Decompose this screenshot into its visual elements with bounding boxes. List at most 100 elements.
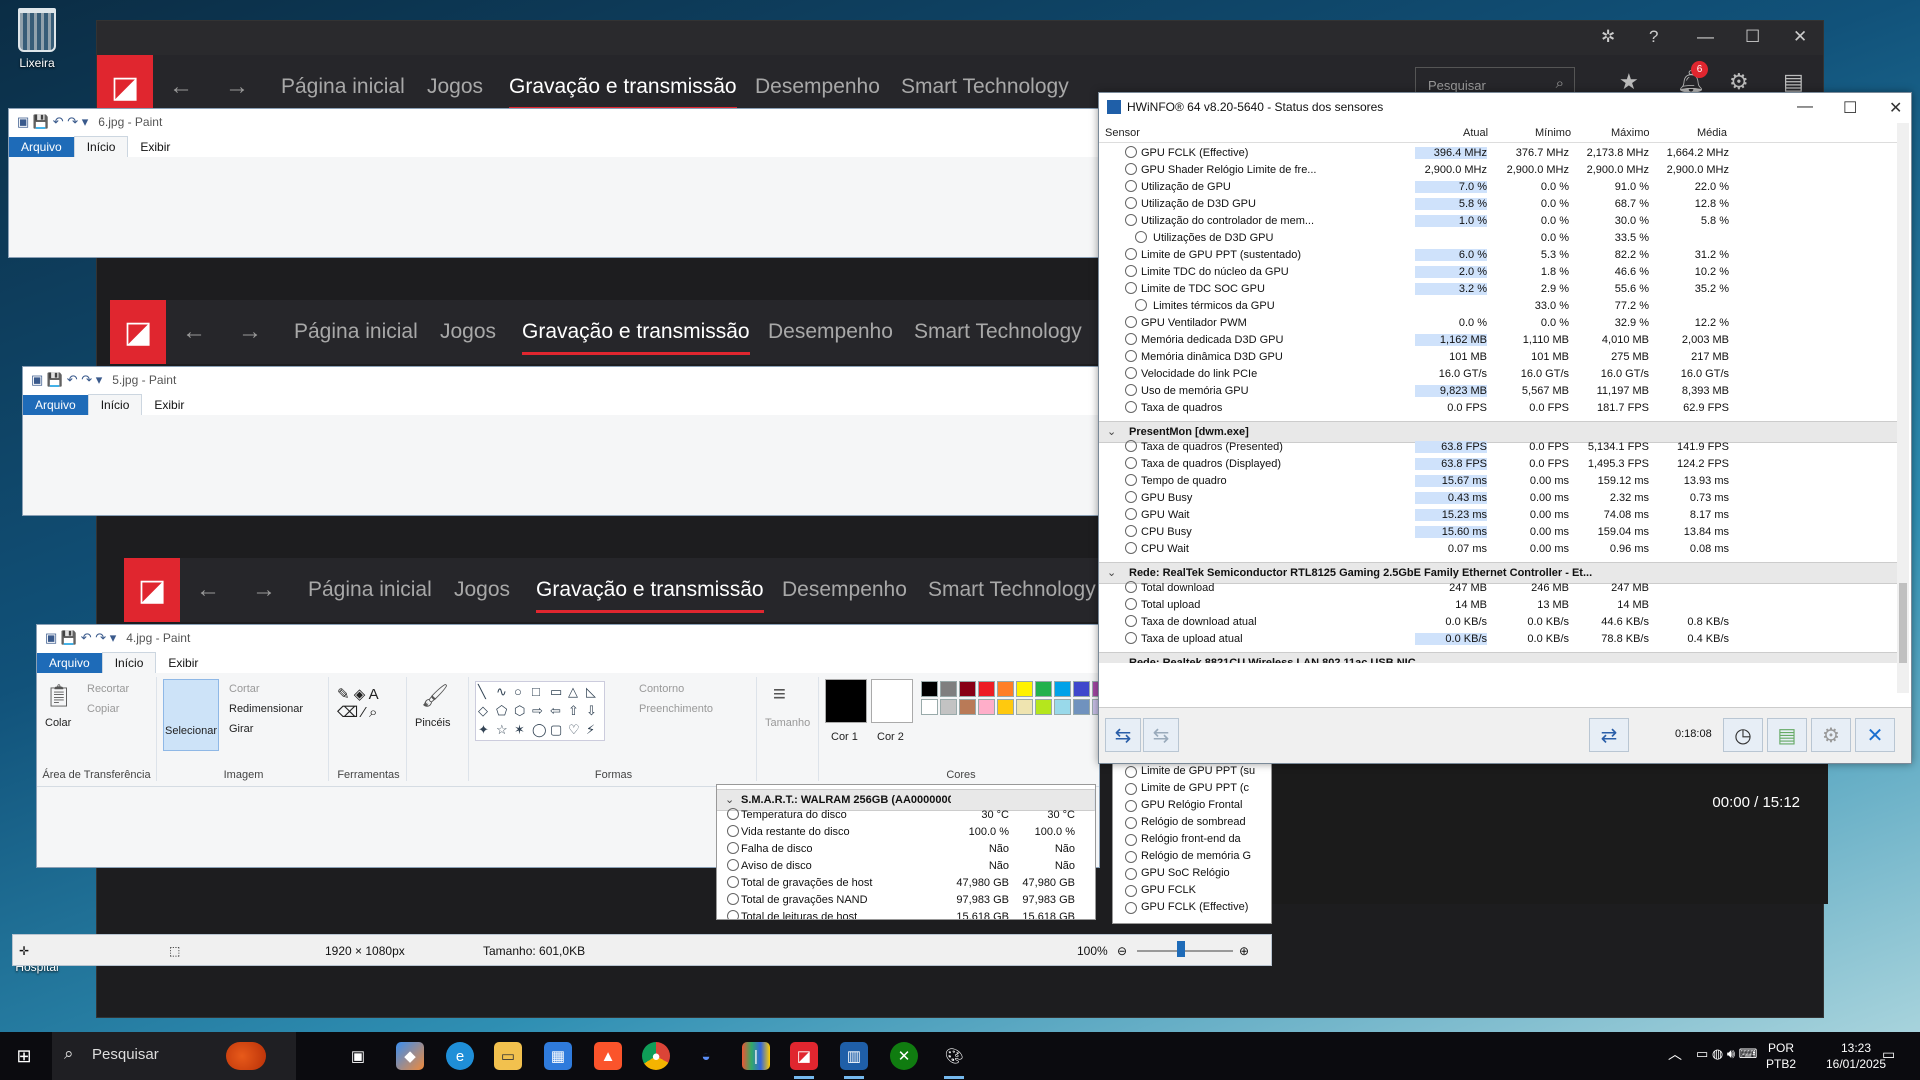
menu-view[interactable]: Exibir [142,395,196,415]
minimize-icon[interactable]: — [1797,98,1813,116]
palette-color-swatch[interactable] [978,681,995,697]
wifi-group-header[interactable]: ⌄ Rede: Realtek 8821CU Wireless LAN 802.1… [1099,652,1899,663]
chrome-icon[interactable]: ● [642,1042,670,1070]
minimize-icon[interactable]: — [1697,27,1714,47]
tab-home[interactable]: Página inicial [308,578,432,602]
menu-home[interactable]: Início [87,394,143,415]
menu-view[interactable]: Exibir [128,137,182,157]
back-arrow-icon[interactable]: ← [182,318,206,346]
quick-access-icons[interactable]: ▣ 💾 ↶ ↷ ▾ [31,372,102,388]
zoom-slider-thumb[interactable] [1177,941,1185,957]
sensor-row[interactable]: Limites térmicos da GPU 33.0 % 77.2 % [1099,298,1899,315]
palette-color-swatch[interactable] [940,681,957,697]
sensor-row[interactable]: GPU Ventilador PWM 0.0 % 0.0 % 32.9 % 12.2 % [1099,315,1899,332]
sensor-row[interactable]: GPU Shader Relógio Limite de fre... 2,900… [1099,162,1899,179]
clock-icon[interactable]: ◷ [1723,718,1763,752]
amd-taskbar-icon[interactable]: ◪ [790,1042,818,1079]
crop-button[interactable]: Cortar [229,683,260,695]
notification-center-icon[interactable]: ▭ [1882,1046,1895,1062]
tab-record-stream[interactable]: Gravação e transmissão [522,320,750,355]
menu-file[interactable]: Arquivo [37,653,102,673]
bug-report-icon[interactable]: ✲ [1601,27,1615,47]
network-icon[interactable]: ⇄ [1589,718,1629,752]
menu-home[interactable]: Início [101,652,157,673]
sensor-row[interactable]: Velocidade do link PCIe 16.0 GT/s 16.0 GT/… [1099,366,1899,383]
sensor-list-item[interactable]: GPU Relógio Frontal [1113,797,1271,814]
back-arrow-icon[interactable]: ← [169,73,193,101]
sensor-row[interactable]: Memória dedicada D3D GPU 1,162 MB 1,110 MB… [1099,332,1899,349]
col-current[interactable]: Atual [1463,127,1488,139]
palette-color-swatch[interactable] [959,681,976,697]
palette-color-swatch[interactable] [1016,699,1033,715]
windows-start-icon[interactable]: ⊞ [10,1042,38,1070]
smart-row[interactable]: Temperatura do disco 30 °C 30 °C [717,807,1095,824]
sensor-row[interactable]: Utilização de D3D GPU 5.8 % 0.0 % 68.7 % 12.… [1099,196,1899,213]
sensor-list-item[interactable]: GPU FCLK [1113,882,1271,899]
sensor-row[interactable]: CPU Busy 15.60 ms 0.00 ms 159.04 ms 13.84 ms [1099,524,1899,541]
sensor-row[interactable]: Total upload 14 MB 13 MB 14 MB [1099,597,1899,614]
sensor-row[interactable]: Utilização de GPU 7.0 % 0.0 % 91.0 % 22.0 % [1099,179,1899,196]
quick-access-icons[interactable]: ▣ 💾 ↶ ↷ ▾ [17,114,88,130]
quick-access-icons[interactable]: ▣ 💾 ↶ ↷ ▾ [45,630,116,646]
paste-icon[interactable]: 📋︎ [45,683,73,709]
forward-arrow-icon[interactable]: → [225,73,249,101]
sensor-list-item[interactable]: GPU SoC Relógio [1113,865,1271,882]
sensor-row[interactable]: GPU Busy 0.43 ms 0.00 ms 2.32 ms 0.73 ms [1099,490,1899,507]
log-icon[interactable]: ▤ [1767,718,1807,752]
sensor-list-item[interactable]: GPU FCLK (Effective) [1113,899,1271,916]
brush-icon[interactable]: 🖌︎ [421,683,449,709]
forward-arrow-icon[interactable]: → [238,318,262,346]
xbox-icon[interactable]: ✕ [890,1042,918,1070]
tray-icons[interactable]: ▭ ◍ 🔊︎ ⌨ [1696,1046,1757,1062]
nav-left-right-icon[interactable]: ⇆ [1105,718,1141,752]
zoom-in-icon[interactable]: ⊕ [1239,944,1249,958]
select-button[interactable] [163,679,219,751]
sensor-list-item[interactable]: Limite de GPU PPT (su [1113,763,1271,780]
help-icon[interactable]: ? [1649,27,1658,47]
menu-view[interactable]: Exibir [156,653,210,673]
rotate-button[interactable]: Girar [229,723,253,735]
palette-color-swatch[interactable] [940,699,957,715]
vertical-scrollbar[interactable] [1897,123,1909,693]
sensor-row[interactable]: Memória dinâmica D3D GPU 101 MB 101 MB 275 … [1099,349,1899,366]
zoom-out-icon[interactable]: ⊖ [1117,944,1127,958]
tab-smart-technology[interactable]: Smart Technology [901,75,1069,99]
col-max[interactable]: Máximo [1611,127,1650,139]
brushes-label[interactable]: Pincéis [415,717,450,729]
tab-performance[interactable]: Desempenho [755,75,880,99]
amd-logo[interactable]: ◪ [110,300,166,364]
palette-color-swatch[interactable] [997,699,1014,715]
edge-icon[interactable]: e [446,1042,474,1070]
palette-color-swatch[interactable] [1073,699,1090,715]
back-arrow-icon[interactable]: ← [196,576,220,604]
hwinfo-taskbar-icon[interactable]: ▥ [840,1042,868,1079]
smart-row[interactable]: Total de gravações de host 47,980 GB 47,98… [717,875,1095,892]
palette-color-swatch[interactable] [921,681,938,697]
sensor-row[interactable]: Taxa de upload atual 0.0 KB/s 0.0 KB/s 78.8… [1099,631,1899,648]
sensor-row[interactable]: Tempo de quadro 15.67 ms 0.00 ms 159.12 ms 1… [1099,473,1899,490]
cut-button[interactable]: Recortar [87,683,129,695]
language-indicator[interactable]: POR PTB2 [1766,1040,1796,1072]
tab-home[interactable]: Página inicial [294,320,418,344]
sensor-row[interactable]: Total download 247 MB 246 MB 247 MB [1099,580,1899,597]
sensor-row[interactable]: Taxa de quadros 0.0 FPS 0.0 FPS 181.7 FPS 62… [1099,400,1899,417]
tray-chevron-icon[interactable]: ︿ [1668,1046,1682,1062]
menu-file[interactable]: Arquivo [23,395,88,415]
sensor-row[interactable]: Taxa de quadros (Displayed) 63.8 FPS 0.0 F… [1099,456,1899,473]
size-label[interactable]: Tamanho [765,717,810,729]
close-icon[interactable]: ✕ [1793,27,1807,47]
color-1-swatch[interactable] [825,679,867,723]
sensor-row[interactable]: Limite de GPU PPT (sustentado) 6.0 % 5.3 %… [1099,247,1899,264]
palette-color-swatch[interactable] [959,699,976,715]
tab-record-stream[interactable]: Gravação e transmissão [509,75,737,110]
col-sensor[interactable]: Sensor [1105,127,1140,139]
sensor-row[interactable]: Taxa de download atual 0.0 KB/s 0.0 KB/s 44… [1099,614,1899,631]
smart-row[interactable]: Total de leituras de host 15,618 GB 15,618… [717,909,1095,919]
color-palette[interactable] [921,681,1099,715]
smart-row[interactable]: Aviso de disco Não Não [717,858,1095,875]
paint-taskbar-icon[interactable]: 🎨︎ [940,1042,968,1079]
sensor-row[interactable]: GPU Wait 15.23 ms 0.00 ms 74.08 ms 8.17 ms [1099,507,1899,524]
forward-arrow-icon[interactable]: → [252,576,276,604]
file-explorer-icon[interactable]: ▭ [494,1042,522,1070]
sensor-row[interactable]: GPU FCLK (Effective) 396.4 MHz 376.7 MHz 2,… [1099,145,1899,162]
